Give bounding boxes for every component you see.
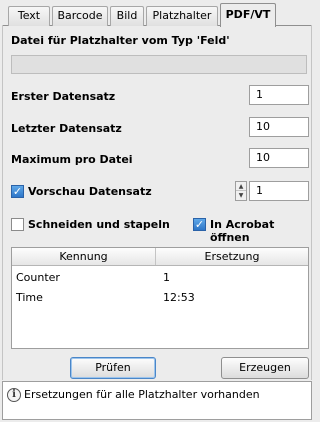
table-cell-ersetzung: 12:53	[163, 291, 195, 304]
table-cell-kennung: Counter	[16, 271, 60, 284]
table-cell-ersetzung: 1	[163, 271, 170, 284]
file-field[interactable]	[11, 55, 307, 74]
preview-record-input[interactable]: 1	[249, 181, 309, 201]
status-bar: i Ersetzungen für alle Platzhalter vorha…	[2, 381, 312, 420]
pdfvt-panel: Datei für Platzhalter vom Typ 'Feld' Ers…	[2, 25, 312, 380]
table-header: Kennung Ersetzung	[12, 248, 308, 266]
first-record-input[interactable]: 1	[249, 85, 309, 105]
generate-button[interactable]: Erzeugen	[221, 357, 309, 379]
last-record-label: Letzter Datensatz	[11, 122, 122, 135]
tab-text[interactable]: Text	[8, 6, 50, 26]
open-acrobat-checkbox[interactable]: ✓	[193, 218, 206, 231]
max-per-file-label: Maximum pro Datei	[11, 153, 133, 166]
table-row[interactable]: Time 12:53	[12, 288, 308, 308]
table-cell-kennung: Time	[16, 291, 43, 304]
spinner-down-icon[interactable]: ▼	[236, 191, 246, 200]
cut-stack-label: Schneiden und stapeln	[28, 218, 170, 231]
column-header-ersetzung[interactable]: Ersetzung	[156, 248, 308, 265]
spinner-up-icon[interactable]: ▲	[236, 182, 246, 191]
preview-checkbox[interactable]: ✓	[11, 185, 24, 198]
replacement-table: Kennung Ersetzung Counter 1 Time 12:53	[11, 247, 309, 349]
tab-barcode[interactable]: Barcode	[52, 6, 108, 26]
column-header-kennung[interactable]: Kennung	[12, 248, 156, 265]
last-record-input[interactable]: 10	[249, 117, 309, 137]
cut-stack-checkbox[interactable]	[11, 218, 24, 231]
tab-platzhalter[interactable]: Platzhalter	[146, 6, 218, 26]
tab-bar: Text Barcode Bild Platzhalter PDF/VT	[2, 2, 312, 27]
preview-label: Vorschau Datensatz	[28, 185, 152, 198]
max-per-file-input[interactable]: 10	[249, 148, 309, 168]
tab-bild[interactable]: Bild	[110, 6, 144, 26]
status-text: Ersetzungen für alle Platzhalter vorhand…	[24, 388, 260, 401]
tab-pdfvt[interactable]: PDF/VT	[220, 3, 276, 27]
file-heading: Datei für Platzhalter vom Typ 'Feld'	[11, 34, 230, 47]
preview-spinner[interactable]: ▲ ▼	[235, 181, 247, 201]
first-record-label: Erster Datensatz	[11, 90, 116, 103]
check-button[interactable]: Prüfen	[70, 357, 156, 379]
info-icon: i	[7, 388, 21, 402]
table-row[interactable]: Counter 1	[12, 268, 308, 288]
open-acrobat-label: In Acrobat öffnen	[210, 218, 275, 244]
